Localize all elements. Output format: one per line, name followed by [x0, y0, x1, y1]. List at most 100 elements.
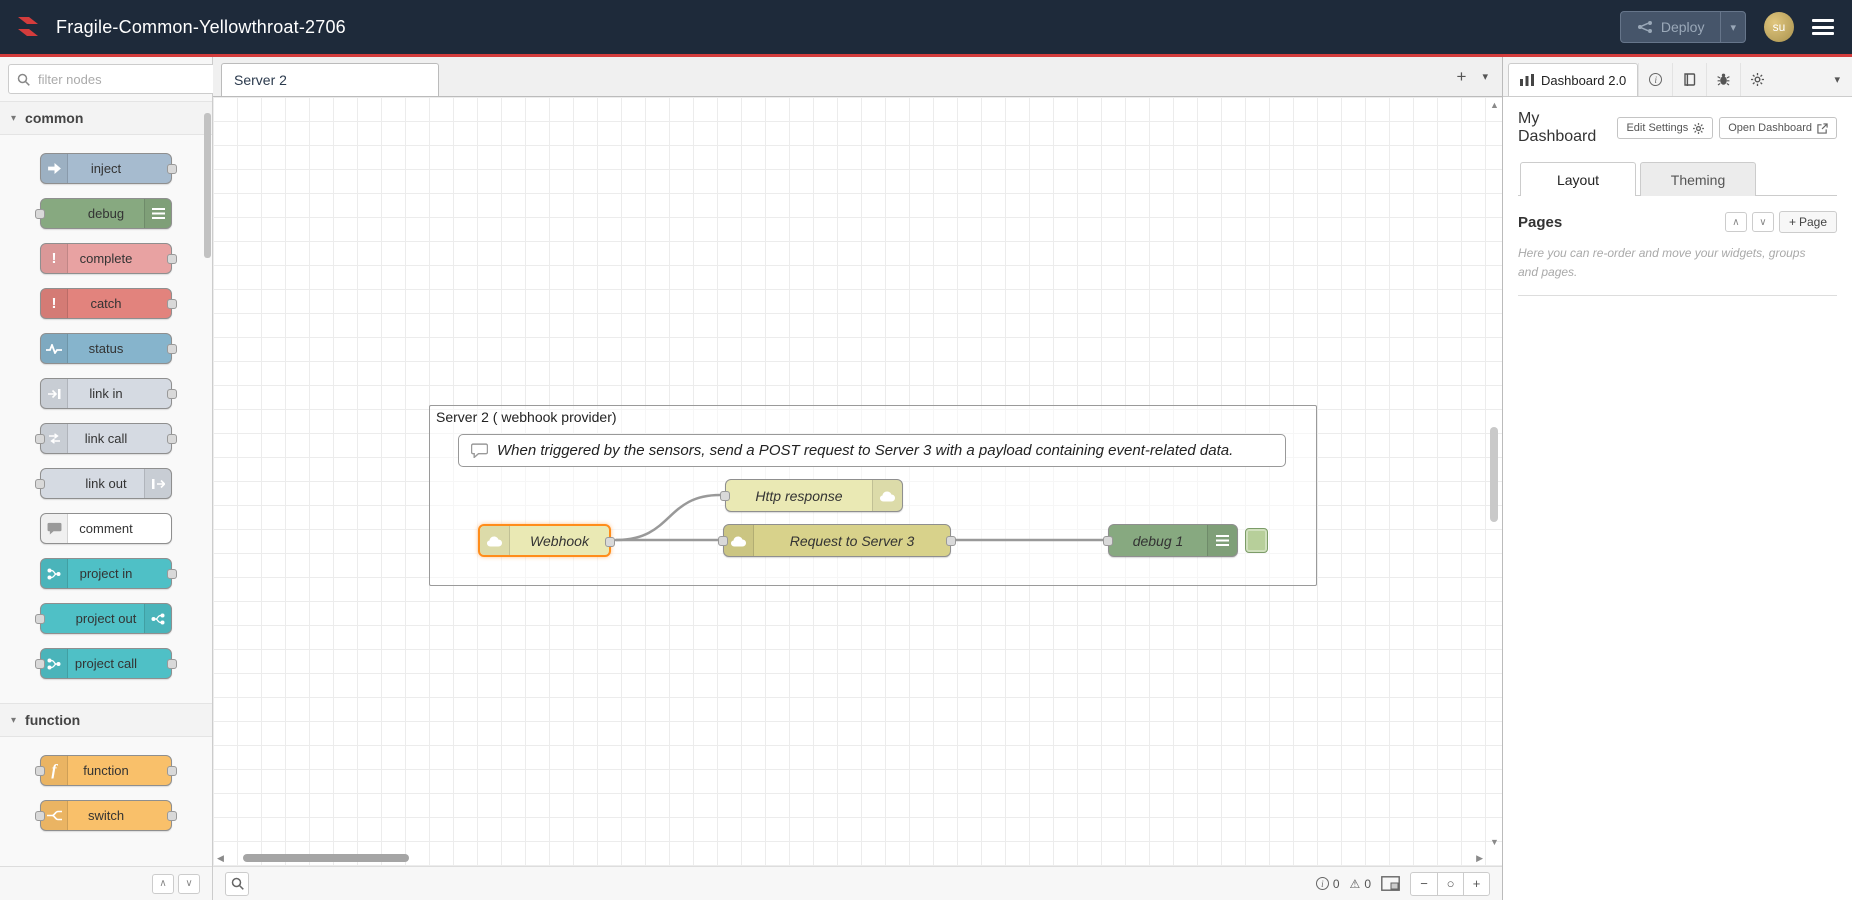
palette-category-common[interactable]: ▾ common	[0, 101, 212, 135]
project-call-icon	[41, 649, 68, 678]
node-http-response[interactable]: Http response	[725, 479, 903, 512]
tab-layout[interactable]: Layout	[1520, 162, 1636, 196]
pages-heading: Pages	[1518, 214, 1562, 231]
input-port[interactable]	[1103, 536, 1113, 546]
tab-help[interactable]	[1672, 63, 1706, 96]
node-webhook[interactable]: Webhook	[478, 524, 611, 557]
palette-node-function[interactable]: f function	[40, 755, 172, 786]
canvas-hscroll-thumb[interactable]	[243, 854, 409, 862]
http-icon	[724, 525, 754, 556]
flow-canvas[interactable]: Server 2 ( webhook provider) When trigge…	[213, 97, 1502, 866]
flow-list-button[interactable]: ▾	[1482, 70, 1488, 83]
palette-expand-all-button[interactable]: ∨	[178, 874, 200, 894]
output-port	[167, 766, 177, 776]
app-logo-icon	[14, 12, 44, 42]
palette-items-common: inject debug ! complete	[0, 135, 212, 703]
add-page-button[interactable]: + Page	[1779, 211, 1837, 233]
scroll-up-icon[interactable]: ▲	[1490, 100, 1499, 110]
canvas-horizontal-scrollbar[interactable]: ◀ ▶	[213, 850, 1487, 866]
navigator-button[interactable]	[1381, 876, 1400, 891]
output-port[interactable]	[605, 537, 615, 547]
info-icon: i	[1316, 877, 1329, 890]
debug-enable-toggle[interactable]	[1245, 528, 1268, 553]
zoom-out-button[interactable]: −	[1411, 873, 1437, 895]
link-in-icon	[41, 379, 68, 408]
gear-icon	[1693, 123, 1704, 134]
palette-scrollbar[interactable]	[204, 101, 211, 866]
scroll-down-icon[interactable]: ▼	[1490, 837, 1499, 847]
scroll-left-icon[interactable]: ◀	[217, 853, 224, 864]
input-port[interactable]	[720, 491, 730, 501]
node-request-to-server3[interactable]: Request to Server 3	[723, 524, 951, 557]
user-avatar[interactable]: su	[1764, 12, 1794, 42]
input-port[interactable]	[718, 536, 728, 546]
function-icon: f	[41, 756, 68, 785]
flow-tab-server2[interactable]: Server 2	[221, 63, 439, 96]
zoom-in-button[interactable]: +	[1463, 873, 1489, 895]
canvas-search-button[interactable]	[225, 872, 249, 896]
palette-filter[interactable]	[8, 64, 225, 94]
zoom-controls: − ○ +	[1410, 872, 1490, 896]
scroll-right-icon[interactable]: ▶	[1476, 853, 1483, 864]
main-menu-button[interactable]	[1812, 19, 1834, 35]
palette-node-switch[interactable]: switch	[40, 800, 172, 831]
output-port	[167, 659, 177, 669]
node-debug-1[interactable]: debug 1	[1108, 524, 1238, 557]
deploy-button[interactable]: Deploy ▾	[1620, 11, 1746, 43]
external-link-icon	[1817, 123, 1828, 134]
tab-theming[interactable]: Theming	[1640, 162, 1756, 196]
edit-settings-button[interactable]: Edit Settings	[1617, 117, 1713, 139]
palette-filter-input[interactable]	[36, 71, 216, 88]
palette-node-link-in[interactable]: link in	[40, 378, 172, 409]
zoom-reset-button[interactable]: ○	[1437, 873, 1463, 895]
workspace-footer: i 0 ⚠ 0 − ○ +	[213, 866, 1502, 900]
sidebar-tab-list-button[interactable]: ▾	[1834, 73, 1852, 96]
output-port	[167, 434, 177, 444]
tab-dashboard-2[interactable]: Dashboard 2.0	[1508, 63, 1638, 96]
input-port	[35, 811, 45, 821]
palette-node-comment[interactable]: comment	[40, 513, 172, 544]
node-red-app: Fragile-Common-Yellowthroat-2706 Deploy …	[0, 0, 1852, 900]
palette-scrollbar-thumb[interactable]	[204, 113, 211, 258]
palette-node-project-out[interactable]: project out	[40, 603, 172, 634]
palette-node-catch[interactable]: ! catch	[40, 288, 172, 319]
palette-category-function[interactable]: ▾ function	[0, 703, 212, 737]
chevron-down-icon: ▾	[11, 113, 16, 124]
palette-node-project-in[interactable]: project in	[40, 558, 172, 589]
tab-config-nodes[interactable]	[1740, 63, 1774, 96]
input-port	[35, 659, 45, 669]
input-port	[35, 614, 45, 624]
palette-node-link-out[interactable]: link out	[40, 468, 172, 499]
output-port	[167, 164, 177, 174]
comment-text: When triggered by the sensors, send a PO…	[497, 442, 1233, 459]
move-page-down-button[interactable]: ∨	[1752, 212, 1774, 232]
chevron-down-icon: ▾	[1730, 21, 1736, 34]
palette-search-row	[0, 57, 212, 101]
output-port[interactable]	[946, 536, 956, 546]
tab-debug[interactable]	[1706, 63, 1740, 96]
palette-node-project-call[interactable]: project call	[40, 648, 172, 679]
gear-icon	[1751, 73, 1764, 86]
canvas-vscroll-thumb[interactable]	[1490, 427, 1498, 522]
output-port	[167, 344, 177, 354]
palette-node-inject[interactable]: inject	[40, 153, 172, 184]
deploy-label: Deploy	[1661, 19, 1705, 35]
palette-node-complete[interactable]: ! complete	[40, 243, 172, 274]
add-flow-button[interactable]: +	[1457, 67, 1467, 87]
tab-info[interactable]: i	[1638, 63, 1672, 96]
palette-items-function: f function switch	[0, 737, 212, 855]
project-in-icon	[41, 559, 68, 588]
palette-node-link-call[interactable]: link call	[40, 423, 172, 454]
palette-collapse-all-button[interactable]: ∧	[152, 874, 174, 894]
output-port	[167, 254, 177, 264]
palette-node-debug[interactable]: debug	[40, 198, 172, 229]
input-port	[35, 434, 45, 444]
comment-node[interactable]: When triggered by the sensors, send a PO…	[458, 434, 1286, 467]
right-sidebar: Dashboard 2.0 i	[1502, 57, 1852, 900]
open-dashboard-button[interactable]: Open Dashboard	[1719, 117, 1837, 139]
deploy-caret-button[interactable]: ▾	[1720, 12, 1745, 42]
comment-icon	[41, 514, 68, 543]
workspace-column: Server 2 + ▾ Server 2 ( webhook provider…	[213, 57, 1502, 900]
palette-node-status[interactable]: status	[40, 333, 172, 364]
move-page-up-button[interactable]: ∧	[1725, 212, 1747, 232]
